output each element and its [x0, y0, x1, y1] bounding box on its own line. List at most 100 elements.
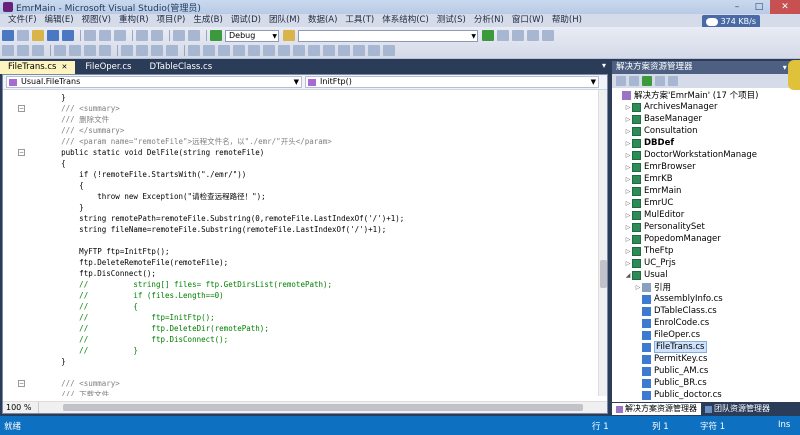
tree-item[interactable]: ▷ DBDef — [612, 137, 674, 149]
layout-icon[interactable] — [308, 45, 320, 56]
menu-item[interactable]: 生成(B) — [189, 14, 226, 27]
comment-icon[interactable] — [84, 45, 96, 56]
menu-item[interactable]: 窗口(W) — [508, 14, 548, 27]
horizontal-scrollbar[interactable]: 100 % — [3, 401, 607, 413]
close-button[interactable]: ✕ — [770, 0, 800, 14]
navigate-forward-icon[interactable] — [188, 30, 200, 41]
menu-item[interactable]: 帮助(H) — [548, 14, 586, 27]
tree-item[interactable]: ▷ 引用 — [612, 281, 671, 293]
layout-icon[interactable] — [368, 45, 380, 56]
open-file-icon[interactable] — [32, 30, 44, 41]
layout-icon[interactable] — [203, 45, 215, 56]
save-all-icon[interactable] — [62, 30, 74, 41]
toolbar-option-icon[interactable] — [2, 45, 14, 56]
close-icon[interactable]: ✕ — [62, 63, 68, 71]
expand-arrow-icon[interactable]: ▷ — [624, 200, 632, 207]
toolbox-icon[interactable] — [542, 30, 554, 41]
tree-item[interactable]: AssemblyInfo.cs — [612, 293, 723, 305]
expand-arrow-icon[interactable]: ▷ — [624, 176, 632, 183]
start-debugging-icon[interactable] — [210, 30, 222, 41]
bookmark-icon[interactable] — [121, 45, 133, 56]
add-item-icon[interactable] — [17, 30, 29, 41]
menu-item[interactable]: 团队(M) — [265, 14, 304, 27]
expand-arrow-icon[interactable]: ▷ — [624, 248, 632, 255]
expand-arrow-icon[interactable]: ▷ — [624, 116, 632, 123]
tree-item[interactable]: ◢ Usual — [612, 269, 668, 281]
code-area[interactable]: } /// <summary> − /// 删除文件 /// </summary>… — [3, 90, 597, 396]
expand-arrow-icon[interactable]: ▷ — [624, 236, 632, 243]
member-dropdown[interactable]: InitFtp() ▼ — [305, 76, 599, 88]
scroll-thumb[interactable] — [600, 260, 607, 288]
tree-item[interactable]: ▷ ArchivesManager — [612, 101, 718, 113]
clear-bookmarks-icon[interactable] — [166, 45, 178, 56]
refresh-icon[interactable] — [642, 76, 652, 86]
tab-filetrans[interactable]: FileTrans.cs ✕ — [0, 61, 76, 74]
uncomment-icon[interactable] — [99, 45, 111, 56]
redo-icon[interactable] — [151, 30, 163, 41]
prev-bookmark-icon[interactable] — [136, 45, 148, 56]
expand-arrow-icon[interactable]: ▷ — [624, 140, 632, 147]
menu-item[interactable]: 编辑(E) — [41, 14, 78, 27]
menu-item[interactable]: 数据(A) — [304, 14, 341, 27]
object-browser-icon[interactable] — [527, 30, 539, 41]
paste-icon[interactable] — [114, 30, 126, 41]
tab-solution-explorer[interactable]: 解决方案资源管理器 — [612, 403, 701, 415]
vertical-scrollbar[interactable] — [598, 90, 607, 396]
maximize-button[interactable]: □ — [748, 0, 770, 14]
tree-item[interactable]: EnrolCode.cs — [612, 317, 709, 329]
tree-item[interactable]: ▷ EmrKB — [612, 173, 673, 185]
show-all-files-icon[interactable] — [629, 76, 639, 86]
tree-item[interactable]: ▷ TheFtp — [612, 245, 674, 257]
layout-icon[interactable] — [233, 45, 245, 56]
tree-item[interactable]: ▷ DoctorWorkstationManage — [612, 149, 757, 161]
type-dropdown[interactable]: Usual.FileTrans ▼ — [6, 76, 302, 88]
layout-icon[interactable] — [278, 45, 290, 56]
toolbar-option-icon[interactable] — [32, 45, 44, 56]
properties-icon[interactable] — [616, 76, 626, 86]
solution-explorer-icon[interactable] — [497, 30, 509, 41]
minimize-button[interactable]: – — [726, 0, 748, 14]
layout-icon[interactable] — [263, 45, 275, 56]
tree-item[interactable]: Public_doctor.cs — [612, 389, 722, 401]
tree-item[interactable]: ▷ EmrUC — [612, 197, 674, 209]
menu-item[interactable]: 分析(N) — [470, 14, 508, 27]
copy-icon[interactable] — [99, 30, 111, 41]
expand-arrow-icon[interactable]: ▷ — [624, 104, 632, 111]
properties-icon[interactable] — [512, 30, 524, 41]
expand-arrow-icon[interactable]: ▷ — [624, 128, 632, 135]
layout-icon[interactable] — [218, 45, 230, 56]
collapse-icon[interactable]: − — [18, 149, 25, 156]
layout-icon[interactable] — [383, 45, 395, 56]
tree-item[interactable]: ▷ EmrBrowser — [612, 161, 696, 173]
view-designer-icon[interactable] — [668, 76, 678, 86]
zoom-level[interactable]: 100 % — [3, 402, 39, 413]
menu-item[interactable]: 重构(R) — [115, 14, 153, 27]
collapse-icon[interactable]: − — [18, 380, 25, 387]
tree-item[interactable]: ▷ MulEditor — [612, 209, 685, 221]
expand-arrow-icon[interactable]: ◢ — [624, 272, 632, 279]
side-widget[interactable] — [788, 60, 800, 90]
tree-item[interactable]: FileTrans.cs — [612, 341, 707, 353]
tree-item[interactable]: FileOper.cs — [612, 329, 700, 341]
expand-arrow-icon[interactable]: ▷ — [634, 284, 642, 291]
layout-icon[interactable] — [323, 45, 335, 56]
tab-dtableclass[interactable]: DTableClass.cs — [141, 61, 220, 74]
menu-item[interactable]: 体系结构(C) — [378, 14, 433, 27]
layout-icon[interactable] — [248, 45, 260, 56]
indent-icon[interactable] — [54, 45, 66, 56]
layout-icon[interactable] — [353, 45, 365, 56]
tree-item[interactable]: ▷ PopedomManager — [612, 233, 721, 245]
view-code-icon[interactable] — [655, 76, 665, 86]
expand-arrow-icon[interactable]: ▷ — [624, 152, 632, 159]
cut-icon[interactable] — [84, 30, 96, 41]
layout-icon[interactable] — [338, 45, 350, 56]
platform-select[interactable]: ▼ — [298, 29, 478, 42]
menu-item[interactable]: 视图(V) — [78, 14, 115, 27]
navigate-back-icon[interactable] — [173, 30, 185, 41]
expand-arrow-icon[interactable]: ▷ — [624, 164, 632, 171]
expand-arrow-icon[interactable]: ▷ — [624, 188, 632, 195]
tree-item[interactable]: 解决方案'EmrMain' (17 个项目) — [612, 89, 758, 101]
menu-item[interactable]: 项目(P) — [153, 14, 190, 27]
tree-item[interactable]: PermitKey.cs — [612, 353, 707, 365]
next-bookmark-icon[interactable] — [151, 45, 163, 56]
